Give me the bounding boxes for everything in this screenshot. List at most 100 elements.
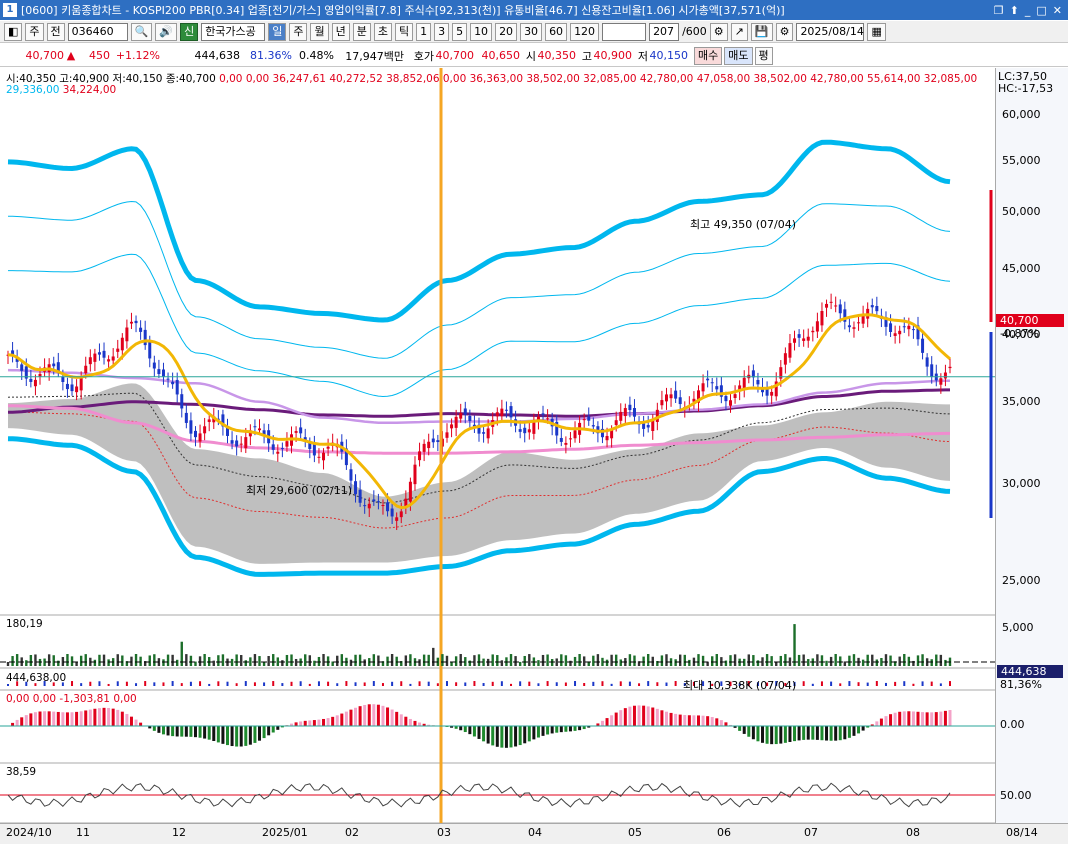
min-5[interactable]: 5 <box>452 23 467 41</box>
save-icon[interactable]: 💾 <box>751 23 773 41</box>
macd-bar <box>450 726 453 728</box>
pin-icon[interactable]: ⬆ <box>1010 4 1019 17</box>
tab-tick[interactable]: 틱 <box>395 23 413 41</box>
macd-bar <box>825 726 828 741</box>
candle-body <box>619 412 622 421</box>
volume-bar <box>446 656 448 666</box>
period-select[interactable]: 주 <box>25 23 43 41</box>
volume-bar <box>830 657 832 666</box>
volume2-bar <box>162 682 164 686</box>
volume2-bar <box>492 682 494 686</box>
candle-body <box>29 379 32 382</box>
volume2-bar <box>272 681 274 686</box>
volume-bar <box>185 654 187 666</box>
min-60[interactable]: 60 <box>545 23 567 41</box>
candle-body <box>912 329 915 330</box>
macd-bar <box>276 726 279 730</box>
main-chart[interactable] <box>0 0 1068 843</box>
volume-bar <box>482 659 484 666</box>
macd-bar <box>633 706 636 726</box>
high-label: 고 <box>576 48 592 64</box>
macd-bar <box>381 706 384 726</box>
tab-year[interactable]: 년 <box>332 23 350 41</box>
candle-body <box>285 441 288 446</box>
tab-day[interactable]: 일 <box>268 23 286 41</box>
tab-week[interactable]: 주 <box>289 23 307 41</box>
volume-bar <box>382 661 384 666</box>
min-10[interactable]: 10 <box>470 23 492 41</box>
custom-input[interactable] <box>602 23 646 41</box>
volume-bar <box>633 656 635 666</box>
prev-button[interactable]: 전 <box>47 23 65 41</box>
restore-icon[interactable]: ❐ <box>994 4 1004 17</box>
candle-body <box>43 368 46 372</box>
volume-bar <box>62 657 64 666</box>
volume-bar <box>414 658 416 666</box>
candle-body <box>898 331 901 334</box>
macd-bar <box>231 726 234 746</box>
calendar-icon[interactable]: ▦ <box>867 23 885 41</box>
macd-bar <box>729 725 732 726</box>
candle-body <box>825 304 828 308</box>
volume-bar <box>263 662 265 666</box>
volume-bar <box>693 658 695 666</box>
search-icon[interactable]: 🔍 <box>131 23 153 41</box>
settings-icon[interactable]: ⚙ <box>776 23 794 41</box>
tab-month[interactable]: 월 <box>310 23 328 41</box>
close-icon[interactable]: ✕ <box>1053 4 1062 17</box>
volume-bar <box>7 662 9 666</box>
min-1[interactable]: 1 <box>416 23 431 41</box>
macd-bar <box>221 726 224 744</box>
minimize-icon[interactable]: _ <box>1025 4 1031 17</box>
envelope-shade <box>8 383 950 564</box>
buy-button[interactable]: 매수 <box>694 47 722 65</box>
tab-minute[interactable]: 분 <box>353 23 371 41</box>
sell-button[interactable]: 매도 <box>724 47 752 65</box>
macd-bar <box>459 726 462 730</box>
macd-bar <box>761 726 764 743</box>
indicator-icon[interactable]: ⚙ <box>710 23 728 41</box>
count-input[interactable]: 207 <box>649 23 679 41</box>
volume-bar <box>501 660 503 666</box>
ma-pink <box>8 406 950 454</box>
candle-body <box>528 429 531 432</box>
volume-bar <box>478 654 480 666</box>
volume2-bar <box>583 683 585 686</box>
volume-bar <box>290 654 292 666</box>
compare-icon[interactable]: ↗ <box>731 23 748 41</box>
volume-bar <box>423 655 425 666</box>
maximize-icon[interactable]: □ <box>1036 4 1046 17</box>
candle-body <box>720 385 723 396</box>
volume2-bar <box>510 684 512 686</box>
candle-body <box>706 379 709 381</box>
volume-bar <box>363 659 365 666</box>
sound-icon[interactable]: 🔊 <box>155 23 177 41</box>
candle-body <box>217 419 220 420</box>
volume-bar <box>441 654 443 666</box>
date-input[interactable]: 2025/08/14 <box>796 23 864 41</box>
turnover-rate: 0.48% <box>292 49 334 62</box>
macd-bar <box>606 718 609 726</box>
candle-body <box>551 419 554 427</box>
volume2-bar <box>601 681 603 686</box>
flat-button[interactable]: 평 <box>755 47 773 65</box>
volume-bar <box>770 656 772 666</box>
volume2-bar <box>364 682 366 686</box>
min-120[interactable]: 120 <box>570 23 599 41</box>
tab-second[interactable]: 초 <box>374 23 392 41</box>
candle-body <box>715 386 718 389</box>
candle-body <box>139 328 142 332</box>
min-3[interactable]: 3 <box>434 23 449 41</box>
candle-body <box>235 441 238 447</box>
layout-icon[interactable]: ◧ <box>4 23 22 41</box>
code-input[interactable]: 036460 <box>68 23 128 41</box>
candle-body <box>807 337 810 341</box>
volume-bar <box>743 659 745 666</box>
macd-bar <box>217 726 220 742</box>
price-change: 450 <box>78 49 110 62</box>
volume2-bar <box>611 684 613 686</box>
volume-bar <box>135 654 137 666</box>
min-30[interactable]: 30 <box>520 23 542 41</box>
candle-body <box>903 326 906 327</box>
min-20[interactable]: 20 <box>495 23 517 41</box>
